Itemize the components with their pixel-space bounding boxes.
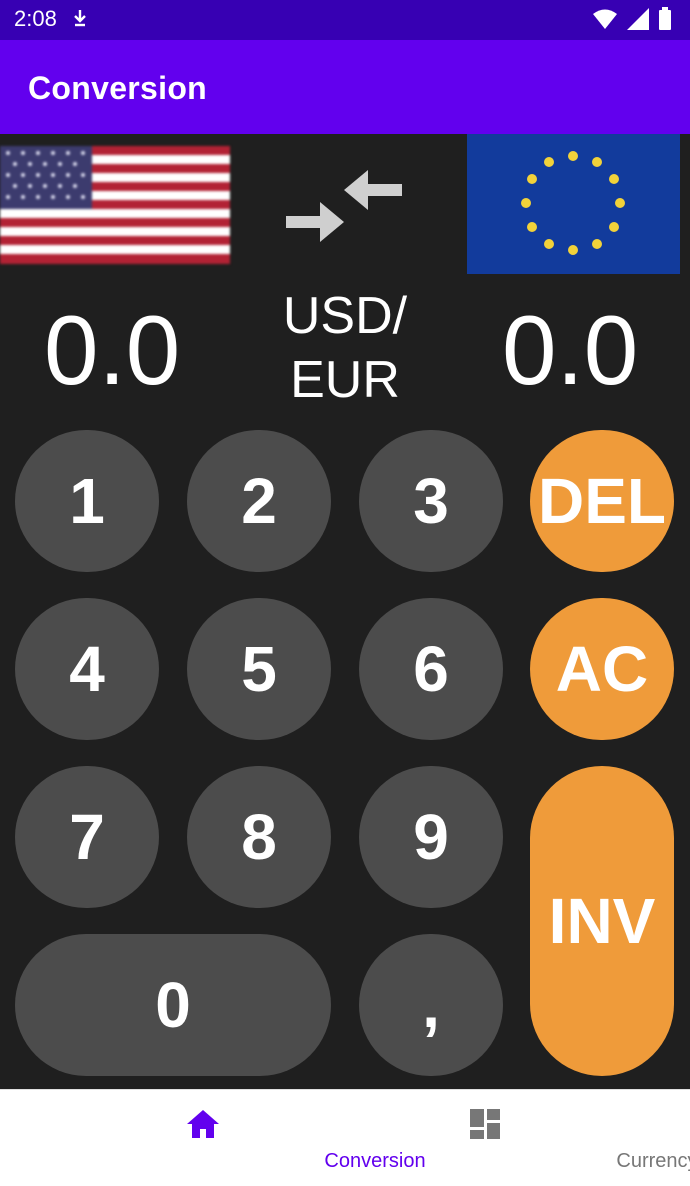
swap-arrows-icon[interactable] (282, 164, 406, 253)
pair-line-from: USD/ (282, 287, 408, 345)
key-1[interactable]: 1 (15, 430, 159, 572)
invert-button[interactable]: INV (530, 766, 674, 1076)
to-amount: 0.0 (502, 295, 639, 405)
currency-pair-label: USD/ EUR (260, 284, 430, 412)
status-bar: 2:08 (0, 0, 690, 40)
page-title: Conversion (28, 70, 208, 106)
key-9[interactable]: 9 (359, 766, 503, 908)
key-4[interactable]: 4 (15, 598, 159, 740)
nav-label-currency: Currency (616, 1150, 690, 1172)
key-comma[interactable]: , (359, 934, 503, 1076)
wifi-icon (592, 8, 618, 35)
key-2[interactable]: 2 (187, 430, 331, 572)
all-clear-button[interactable]: AC (530, 598, 674, 740)
nav-item-currency[interactable]: Currency (312, 1090, 690, 1186)
bottom-navigation: Conversion Currency (0, 1089, 690, 1186)
cell-signal-icon (626, 7, 650, 36)
download-icon (72, 8, 88, 35)
pair-line-to: EUR (290, 351, 400, 409)
key-6[interactable]: 6 (359, 598, 503, 740)
home-icon (185, 1108, 221, 1145)
key-8[interactable]: 8 (187, 766, 331, 908)
battery-icon (658, 7, 672, 36)
key-5[interactable]: 5 (187, 598, 331, 740)
converter-panel: 0.0 USD/ EUR 0.0 1 2 3 DEL 4 5 6 AC 7 8 … (0, 134, 690, 1089)
app-bar: Conversion (0, 40, 690, 134)
key-3[interactable]: 3 (359, 430, 503, 572)
key-7[interactable]: 7 (15, 766, 159, 908)
delete-button[interactable]: DEL (530, 430, 674, 572)
eu-flag-image[interactable] (467, 134, 680, 274)
us-flag-image[interactable] (0, 146, 230, 264)
key-0[interactable]: 0 (15, 934, 331, 1076)
from-amount: 0.0 (44, 295, 181, 405)
status-time: 2:08 (14, 6, 57, 31)
dashboard-icon (469, 1108, 501, 1145)
